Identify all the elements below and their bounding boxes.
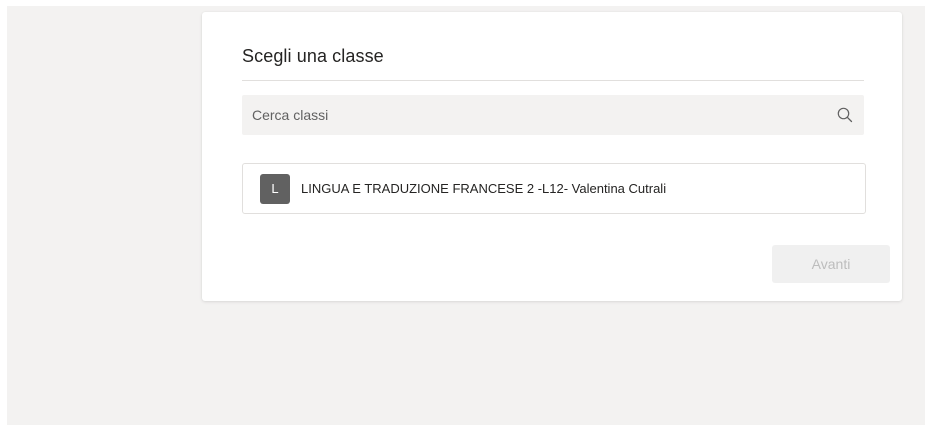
class-avatar: L: [260, 174, 290, 204]
choose-class-dialog: Scegli una classe L LINGUA E TRADUZIONE …: [202, 12, 902, 301]
next-button[interactable]: Avanti: [772, 245, 890, 283]
search-icon[interactable]: [836, 106, 854, 124]
search-input[interactable]: [242, 95, 812, 135]
search-box: [242, 95, 864, 135]
class-list-item[interactable]: L LINGUA E TRADUZIONE FRANCESE 2 -L12- V…: [242, 163, 866, 214]
dialog-title: Scegli una classe: [242, 46, 384, 66]
class-name: LINGUA E TRADUZIONE FRANCESE 2 -L12- Val…: [301, 181, 667, 196]
title-divider: [242, 80, 864, 81]
